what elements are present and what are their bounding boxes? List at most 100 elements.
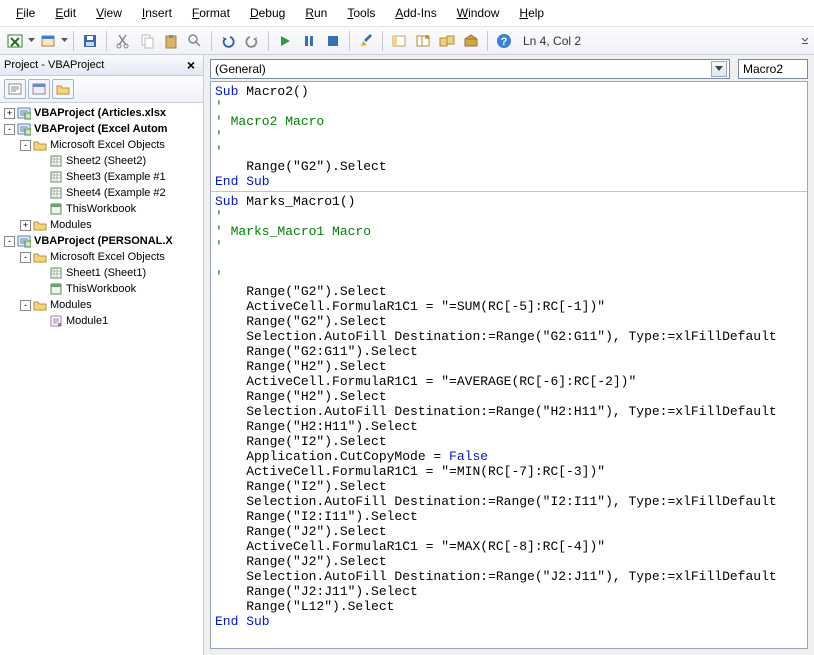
tree-label: Module1 <box>66 313 108 329</box>
tree-label: ThisWorkbook <box>66 201 136 217</box>
code-editor[interactable]: Sub Macro2() ' ' Macro2 Macro ' ' Range(… <box>210 81 808 649</box>
menu-format[interactable]: Format <box>182 4 240 22</box>
redo-icon[interactable] <box>241 30 263 52</box>
expand-spacer <box>36 268 47 279</box>
menu-add-ins[interactable]: Add-Ins <box>385 4 446 22</box>
close-icon[interactable]: × <box>183 57 199 73</box>
view-code-icon[interactable] <box>4 79 26 99</box>
tree-node[interactable]: ThisWorkbook <box>2 201 203 217</box>
svg-text:?: ? <box>501 36 508 48</box>
code-block-2[interactable]: Sub Marks_Macro1() ' ' Marks_Macro1 Macr… <box>211 192 807 631</box>
wb-icon <box>49 282 63 296</box>
folder-toggle-icon[interactable] <box>52 79 74 99</box>
tree-node[interactable]: ThisWorkbook <box>2 281 203 297</box>
tree-node[interactable]: Sheet1 (Sheet1) <box>2 265 203 281</box>
project-explorer-icon[interactable] <box>388 30 410 52</box>
help-icon[interactable]: ? <box>493 30 515 52</box>
divider <box>268 31 269 51</box>
find-icon[interactable] <box>184 30 206 52</box>
collapse-icon[interactable]: - <box>4 236 15 247</box>
tree-label: Microsoft Excel Objects <box>50 137 165 153</box>
menu-bar: FileEditViewInsertFormatDebugRunToolsAdd… <box>0 0 814 27</box>
divider <box>211 31 212 51</box>
tree-label: Sheet1 (Sheet1) <box>66 265 146 281</box>
expand-spacer <box>36 204 47 215</box>
tree-node[interactable]: -Modules <box>2 297 203 313</box>
divider <box>106 31 107 51</box>
tree-label: ThisWorkbook <box>66 281 136 297</box>
expand-spacer <box>36 188 47 199</box>
view-object-icon[interactable] <box>28 79 50 99</box>
collapse-icon[interactable]: - <box>4 124 15 135</box>
undo-icon[interactable] <box>217 30 239 52</box>
tree-node[interactable]: - VBAProject (Excel Autom <box>2 121 203 137</box>
tree-node[interactable]: Sheet3 (Example #1 <box>2 169 203 185</box>
tree-node[interactable]: Module1 <box>2 313 203 329</box>
tree-node[interactable]: +VBAProject (Articles.xlsx <box>2 105 203 121</box>
vba-icon <box>17 234 31 248</box>
sheet-icon <box>49 266 63 280</box>
collapse-icon[interactable]: - <box>20 300 31 311</box>
project-tree[interactable]: +VBAProject (Articles.xlsx-VBAProject (E… <box>0 103 203 655</box>
save-icon[interactable] <box>79 30 101 52</box>
form-icon[interactable] <box>37 30 59 52</box>
run-icon[interactable] <box>274 30 296 52</box>
reset-icon[interactable] <box>322 30 344 52</box>
tree-label: VBAProject (Excel Autom <box>34 121 167 137</box>
menu-tools[interactable]: Tools <box>337 4 385 22</box>
expand-spacer <box>36 316 47 327</box>
module-icon <box>49 314 63 328</box>
code-block-1[interactable]: Sub Macro2() ' ' Macro2 Macro ' ' Range(… <box>211 82 807 191</box>
break-icon[interactable] <box>298 30 320 52</box>
expand-spacer <box>36 156 47 167</box>
cut-icon[interactable] <box>112 30 134 52</box>
menu-view[interactable]: View <box>86 4 132 22</box>
tree-label: Sheet2 (Sheet2) <box>66 153 146 169</box>
pane-toolbar <box>0 76 203 103</box>
expand-icon[interactable]: + <box>20 220 31 231</box>
tree-node[interactable]: Sheet2 (Sheet2) <box>2 153 203 169</box>
expand-spacer <box>36 284 47 295</box>
toolbar-overflow-icon[interactable] <box>800 30 810 52</box>
cursor-position: Ln 4, Col 2 <box>523 34 581 48</box>
menu-edit[interactable]: Edit <box>45 4 86 22</box>
tree-label: Microsoft Excel Objects <box>50 249 165 265</box>
menu-run[interactable]: Run <box>295 4 337 22</box>
chevron-down-icon[interactable] <box>61 30 68 52</box>
toolbox-icon[interactable] <box>460 30 482 52</box>
properties-icon[interactable] <box>412 30 434 52</box>
paste-icon[interactable] <box>160 30 182 52</box>
sheet-icon <box>49 170 63 184</box>
tree-node[interactable]: - Microsoft Excel Objects <box>2 249 203 265</box>
chevron-down-icon[interactable] <box>28 30 35 52</box>
copy-icon[interactable] <box>136 30 158 52</box>
tree-node[interactable]: + Modules <box>2 217 203 233</box>
menu-file[interactable]: File <box>6 4 45 22</box>
collapse-icon[interactable]: - <box>20 140 31 151</box>
vba-icon <box>17 122 31 136</box>
tree-label: VBAProject (PERSONAL.X <box>34 233 173 249</box>
menu-help[interactable]: Help <box>509 4 554 22</box>
tree-label: Sheet3 (Example #1 <box>66 169 166 185</box>
procedure-combo[interactable]: Macro2 <box>738 59 808 79</box>
object-browser-icon[interactable] <box>436 30 458 52</box>
menu-window[interactable]: Window <box>447 4 510 22</box>
chevron-down-icon[interactable] <box>711 61 727 77</box>
expand-icon[interactable]: + <box>4 108 15 119</box>
tree-label: Modules <box>50 217 92 233</box>
divider <box>487 31 488 51</box>
project-explorer: Project - VBAProject × +VBAProject (Arti… <box>0 55 204 655</box>
menu-insert[interactable]: Insert <box>132 4 182 22</box>
divider <box>349 31 350 51</box>
excel-icon[interactable] <box>4 30 26 52</box>
procedure-combo-value: Macro2 <box>743 62 783 76</box>
tree-node[interactable]: - VBAProject (PERSONAL.X <box>2 233 203 249</box>
tree-node[interactable]: - Microsoft Excel Objects <box>2 137 203 153</box>
object-combo[interactable]: (General) <box>210 59 730 79</box>
design-mode-icon[interactable] <box>355 30 377 52</box>
divider <box>382 31 383 51</box>
tree-node[interactable]: Sheet4 (Example #2 <box>2 185 203 201</box>
toolbar: ? Ln 4, Col 2 <box>0 27 814 55</box>
menu-debug[interactable]: Debug <box>240 4 295 22</box>
collapse-icon[interactable]: - <box>20 252 31 263</box>
